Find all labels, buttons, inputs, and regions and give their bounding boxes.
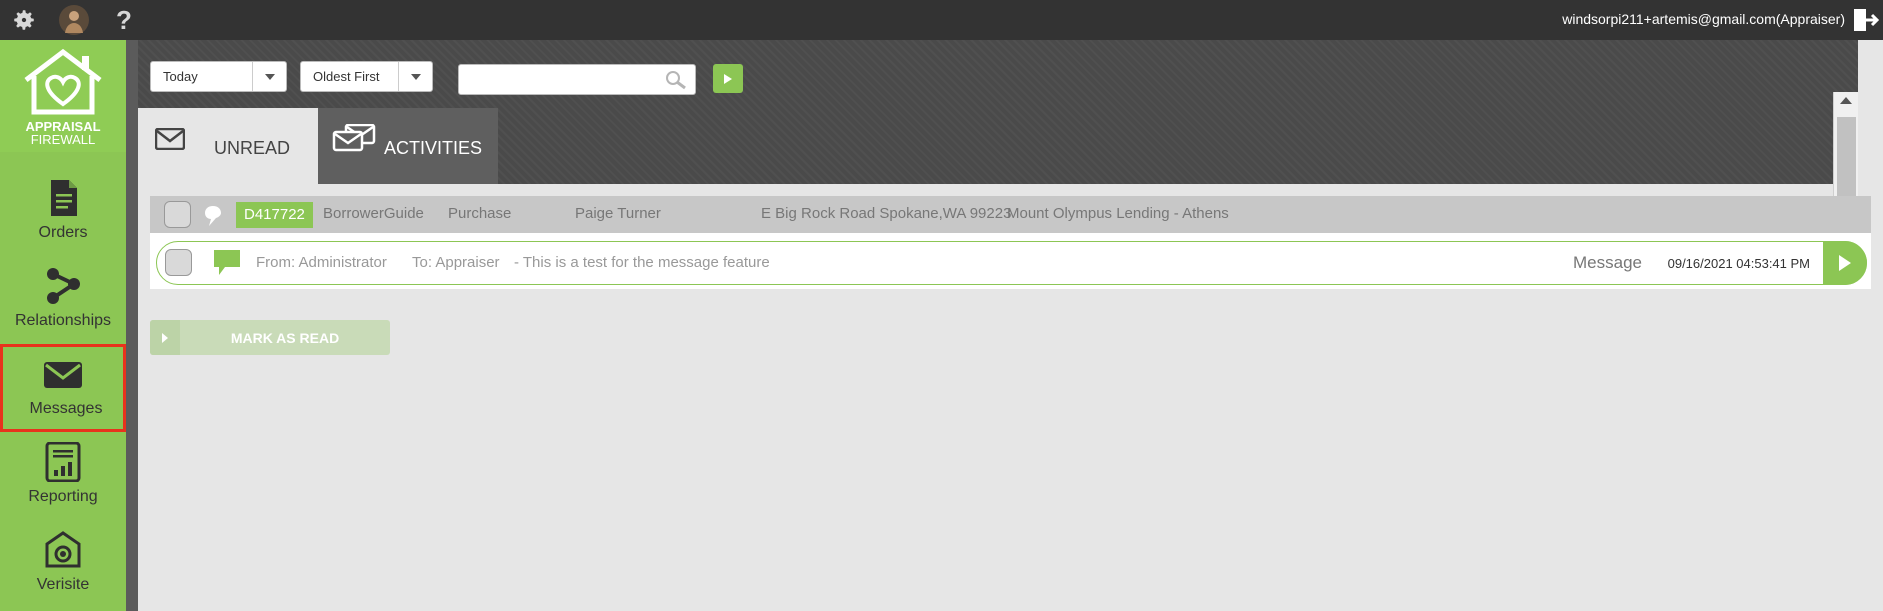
date-filter-value: Today: [163, 69, 198, 84]
report-chart-icon: [45, 442, 81, 482]
mark-as-read-button[interactable]: MARK AS READ: [150, 320, 390, 355]
chat-bubble-icon: [205, 206, 221, 226]
search-input[interactable]: [467, 65, 667, 94]
open-message-button[interactable]: [1823, 241, 1867, 285]
order-lender: Mount Olympus Lending - Athens: [1007, 205, 1229, 222]
order-type: Purchase: [448, 205, 512, 222]
date-filter-select[interactable]: Today: [150, 61, 287, 92]
logo-text-line2: FIREWALL: [30, 132, 96, 147]
settings-gear-icon[interactable]: [8, 4, 40, 36]
sidebar-item-verisite[interactable]: Verisite: [0, 520, 126, 608]
sidebar-item-messages[interactable]: Messages: [0, 344, 126, 432]
sidebar-item-label: Messages: [29, 400, 103, 417]
envelope-icon: [44, 362, 82, 388]
order-row[interactable]: D417722 BorrowerGuide Purchase Paige Tur…: [150, 196, 1871, 233]
scroll-up-icon[interactable]: [1840, 97, 1852, 104]
tab-label: UNREAD: [214, 138, 291, 158]
camera-icon: [45, 531, 81, 568]
top-bar: ? windsorpi211+artemis@gmail.com(Apprais…: [0, 0, 1883, 40]
sidebar-divider: [126, 40, 138, 611]
message-to: To: Appraiser: [412, 254, 500, 271]
activities-envelopes-icon: [332, 124, 376, 152]
document-icon: [51, 180, 77, 216]
sidebar: APPRAISAL FIREWALL Orders Relationships …: [0, 40, 126, 611]
search-go-button[interactable]: [713, 64, 743, 93]
mark-as-read-label: MARK AS READ: [230, 330, 340, 346]
tab-unread[interactable]: UNREAD: [138, 108, 318, 184]
search-icon[interactable]: [665, 70, 687, 90]
sidebar-item-orders[interactable]: Orders: [0, 168, 126, 256]
sidebar-item-label: Reporting: [28, 488, 98, 505]
play-arrow-icon: [724, 73, 732, 84]
message-body: - This is a test for the message feature: [514, 254, 770, 271]
sidebar-item-label: Orders: [38, 224, 88, 241]
message-timestamp: 09/16/2021 04:53:41 PM: [1667, 256, 1810, 271]
sidebar-item-reporting[interactable]: Reporting: [0, 432, 126, 520]
order-id-badge[interactable]: D417722: [236, 202, 313, 228]
message-row-container: From: Administrator To: Appraiser - This…: [150, 233, 1871, 289]
tab-activities[interactable]: ACTIVITIES: [318, 108, 498, 184]
order-select-checkbox[interactable]: [164, 201, 191, 228]
help-question-icon[interactable]: ?: [108, 4, 140, 36]
play-arrow-icon: [1839, 255, 1851, 271]
filter-header: Today Oldest First UNREAD ACTIVITIES: [138, 40, 1858, 224]
search-field[interactable]: [458, 64, 696, 95]
message-select-checkbox[interactable]: [165, 249, 192, 276]
message-type-label: Message: [1573, 253, 1642, 272]
sidebar-item-label: Relationships: [14, 312, 112, 329]
logout-icon[interactable]: [1851, 6, 1880, 34]
chevron-down-icon[interactable]: [252, 62, 286, 91]
order-client: BorrowerGuide: [323, 205, 424, 222]
message-from: From: Administrator: [256, 254, 387, 271]
message-bubble-icon: [214, 250, 240, 275]
tab-label: ACTIVITIES: [384, 138, 483, 158]
scrollbar-thumb[interactable]: [1837, 117, 1856, 197]
envelope-icon: [155, 128, 185, 150]
sort-order-select[interactable]: Oldest First: [300, 61, 433, 92]
relationships-icon: [47, 268, 80, 304]
user-avatar[interactable]: [58, 4, 90, 36]
message-row[interactable]: From: Administrator To: Appraiser - This…: [156, 241, 1867, 285]
sidebar-item-label: Verisite: [36, 576, 90, 593]
appraisal-firewall-logo[interactable]: APPRAISAL FIREWALL: [0, 40, 126, 152]
user-account-label[interactable]: windsorpi211+artemis@gmail.com(Appraiser…: [1562, 11, 1845, 27]
chevron-down-icon[interactable]: [398, 62, 432, 91]
sort-order-value: Oldest First: [313, 69, 380, 84]
order-address: E Big Rock Road Spokane,WA 99223: [761, 205, 1012, 222]
sidebar-item-relationships[interactable]: Relationships: [0, 256, 126, 344]
order-borrower: Paige Turner: [575, 205, 661, 222]
